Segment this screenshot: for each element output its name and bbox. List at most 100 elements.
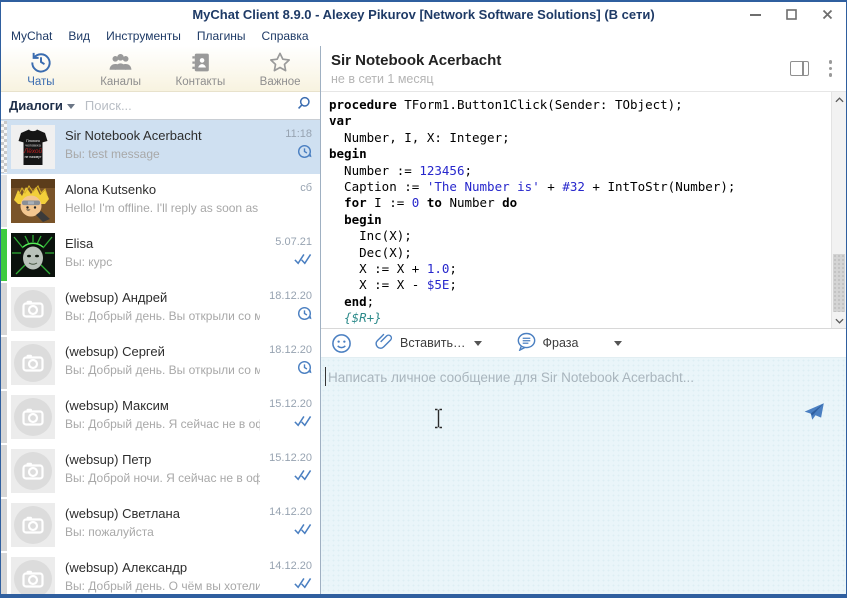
close-button[interactable] (816, 4, 838, 24)
chat-preview: Вы: Добрый день. Я сейчас не в офи... (65, 417, 260, 431)
toolbar-tab-channels[interactable]: Каналы (81, 46, 161, 91)
text-caret (325, 367, 326, 386)
toolbar-tab-chats[interactable]: Чаты (1, 46, 81, 91)
chat-list-item-6[interactable]: (websup) Максим Вы: Добрый день. Я сейчас… (1, 390, 320, 444)
send-icon[interactable] (802, 400, 826, 429)
code-line: Caption := 'The Number is' + #32 + IntTo… (329, 179, 823, 195)
presence-indicator (1, 283, 7, 335)
chat-name: Alona Kutsenko (65, 182, 260, 197)
split-view-icon[interactable] (790, 61, 809, 76)
chat-list-item-1[interactable]: ПлохогочеловекаЛёхойне назовутSir Notebo… (1, 120, 320, 174)
toolbar-tab-label: Каналы (100, 76, 141, 88)
chat-time: 15.12.20 (269, 398, 312, 410)
window-title: MyChat Client 8.9.0 - Alexey Pikurov [Ne… (192, 7, 654, 22)
code-line: Number, I, X: Integer; (329, 130, 823, 146)
chat-name: (websup) Максим (65, 398, 260, 413)
chat-time: 18.12.20 (269, 344, 312, 356)
scroll-up-icon[interactable] (832, 92, 847, 107)
chat-preview: Вы: курс (65, 255, 260, 269)
star-icon (267, 49, 293, 75)
phrase-button[interactable]: Фраза (516, 332, 579, 354)
paperclip-icon (374, 331, 394, 355)
peer-name: Sir Notebook Acerbacht (331, 52, 790, 69)
chat-name: (websup) Петр (65, 452, 260, 467)
minimize-button[interactable] (744, 4, 766, 24)
avatar-tshirt: ПлохогочеловекаЛёхойне назовут (11, 125, 55, 169)
more-menu-icon[interactable] (827, 58, 835, 79)
search-icon[interactable] (296, 95, 312, 116)
scroll-down-icon[interactable] (832, 313, 847, 328)
title-bar: MyChat Client 8.9.0 - Alexey Pikurov [Ne… (1, 2, 846, 26)
chat-list-item-3[interactable]: ElisaВы: курс5.07.21 (1, 228, 320, 282)
read-double-check-icon (294, 468, 312, 483)
sidebar: Чаты Каналы Контакты Важное Диалоги Плохого… (1, 46, 321, 594)
svg-text:не назовут: не назовут (25, 155, 42, 159)
chat-preview: Вы: test message (65, 147, 260, 161)
menu-item-2[interactable]: Вид (68, 29, 90, 43)
code-line: begin (329, 212, 823, 228)
code-line: Number := 123456; (329, 163, 823, 179)
avatar-camera (11, 395, 55, 439)
code-block: procedure TForm1.Button1Click(Sender: TO… (329, 97, 823, 328)
chat-list-item-9[interactable]: (websup) АлександрВы: Добрый день. О чём… (1, 552, 320, 594)
chat-preview: Вы: Добрый день. Вы открыли со мн... (65, 309, 260, 323)
svg-text:человека: человека (25, 144, 40, 148)
chevron-down-icon (67, 104, 75, 109)
presence-indicator (1, 337, 7, 389)
emoji-button[interactable] (331, 333, 352, 354)
mychat-window: MyChat Client 8.9.0 - Alexey Pikurov [Ne… (0, 0, 847, 598)
insert-button[interactable]: Вставить… (374, 331, 482, 355)
message-area: procedure TForm1.Button1Click(Sender: TO… (321, 92, 846, 328)
search-row: Диалоги (1, 92, 320, 120)
menu-bar: MyChat Вид Инструменты Плагины Справка (1, 26, 846, 46)
insert-label: Вставить… (400, 336, 466, 350)
window-controls (744, 2, 838, 26)
phrase-dropdown-caret-icon[interactable] (614, 341, 622, 346)
nav-toolbar: Чаты Каналы Контакты Важное (1, 46, 320, 92)
toolbar-tab-label: Контакты (176, 76, 226, 88)
toolbar-tab-label: Важное (260, 76, 301, 88)
code-line: end; (329, 294, 823, 310)
chat-list-item-5[interactable]: (websup) СергейВы: Добрый день. Вы откры… (1, 336, 320, 390)
presence-indicator (1, 229, 7, 281)
chat-name: (websup) Сергей (65, 344, 260, 359)
dialogs-filter-label: Диалоги (9, 98, 63, 113)
message-input[interactable]: Написать личное сообщение для Sir Notebo… (321, 357, 846, 594)
input-placeholder: Написать личное сообщение для Sir Notebo… (328, 370, 694, 385)
chat-time: 14.12.20 (269, 506, 312, 518)
address-book-icon (188, 49, 213, 75)
maximize-button[interactable] (780, 4, 802, 24)
chat-time: 15.12.20 (269, 452, 312, 464)
presence-indicator (1, 121, 7, 173)
scrollbar-thumb[interactable] (833, 254, 845, 312)
message-scrollbar[interactable] (831, 92, 846, 328)
menu-item-5[interactable]: Справка (262, 29, 309, 43)
chat-list-item-7[interactable]: (websup) ПетрВы: Доброй ночи. Я сейчас н… (1, 444, 320, 498)
people-group-icon (107, 49, 134, 75)
read-double-check-icon (294, 576, 312, 591)
chevron-down-icon (474, 341, 482, 346)
avatar-camera (11, 503, 55, 547)
chat-time: 18.12.20 (269, 290, 312, 302)
avatar-camera (11, 341, 55, 385)
chat-list-item-2[interactable]: Alona KutsenkoHello! I'm offline. I'll r… (1, 174, 320, 228)
peer-status: не в сети 1 месяц (331, 72, 790, 86)
toolbar-tab-contacts[interactable]: Контакты (161, 46, 241, 91)
avatar-camera (11, 449, 55, 493)
phrase-bubble-icon (516, 332, 537, 354)
code-line: Inc(X); (329, 228, 823, 244)
menu-item-4[interactable]: Плагины (197, 29, 246, 43)
read-double-check-icon (294, 414, 312, 429)
dialogs-filter-dropdown[interactable]: Диалоги (9, 98, 75, 113)
search-input[interactable] (85, 98, 296, 113)
menu-item-1[interactable]: MyChat (11, 29, 52, 43)
chat-list-item-4[interactable]: (websup) АндрейВы: Добрый день. Вы откры… (1, 282, 320, 336)
menu-item-3[interactable]: Инструменты (106, 29, 181, 43)
toolbar-tab-important[interactable]: Важное (240, 46, 320, 91)
code-line: asm (329, 327, 823, 328)
conversation-panel: Sir Notebook Acerbacht не в сети 1 месяц… (321, 46, 846, 594)
read-double-check-icon (294, 252, 312, 267)
chat-list: ПлохогочеловекаЛёхойне назовутSir Notebo… (1, 120, 320, 594)
chat-name: (websup) Александр (65, 560, 260, 575)
chat-list-item-8[interactable]: (websup) СветланаВы: пожалуйста14.12.20 (1, 498, 320, 552)
